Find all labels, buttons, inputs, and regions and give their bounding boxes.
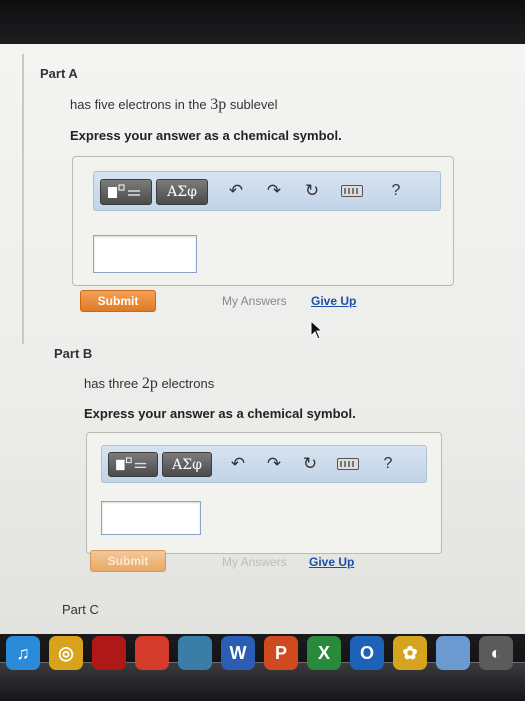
part-a-prompt-post: sublevel <box>226 97 278 112</box>
part-a-prompt: has five electrons in the 3p sublevel <box>70 96 278 114</box>
part-b-prompt-pre: has three <box>84 376 142 391</box>
part-b-answer-box: ΑΣφ ↶ ↷ ↻ ? <box>86 432 442 554</box>
help-icon[interactable]: ? <box>384 179 408 203</box>
part-a-submit-button[interactable]: Submit <box>80 290 156 312</box>
keyboard-icon[interactable] <box>334 452 362 476</box>
part-a-answer-input[interactable] <box>93 235 197 273</box>
screen-bezel-top <box>0 0 525 44</box>
part-b-submit-button[interactable]: Submit <box>90 550 166 572</box>
reset-icon[interactable]: ↻ <box>298 452 322 476</box>
greek-symbols-button[interactable]: ΑΣφ <box>156 179 208 205</box>
part-b-answer-input[interactable] <box>101 501 201 535</box>
part-b-prompt-post: electrons <box>157 376 215 391</box>
preview-icon[interactable] <box>178 636 212 670</box>
chrome-icon[interactable]: ◎ <box>49 636 83 670</box>
word-icon[interactable]: W <box>221 636 255 670</box>
outlook-icon[interactable]: O <box>350 636 384 670</box>
part-b-my-answers-link[interactable]: My Answers <box>222 555 287 569</box>
undo-icon[interactable]: ↶ <box>226 452 250 476</box>
excel-icon[interactable]: X <box>307 636 341 670</box>
part-a-my-answers-link[interactable]: My Answers <box>222 294 287 308</box>
template-icon[interactable] <box>108 452 158 477</box>
dock: ♫ ◎ W P X O ✿ ◐ <box>0 634 525 701</box>
powerpoint-icon[interactable]: P <box>264 636 298 670</box>
part-a-answer-box: ΑΣφ ↶ ↷ ↻ ? <box>72 156 454 286</box>
part-b-orbital: 2p <box>141 375 158 392</box>
help-icon[interactable]: ? <box>376 452 400 476</box>
redo-icon[interactable]: ↷ <box>262 452 286 476</box>
keyboard-icon[interactable] <box>338 179 366 203</box>
part-a-sublevel: 3p <box>210 96 227 113</box>
part-b-prompt: has three 2p electrons <box>84 375 214 393</box>
section-divider <box>22 54 24 344</box>
assignment-page: Part A has five electrons in the 3p subl… <box>0 44 525 634</box>
reset-icon[interactable]: ↻ <box>300 179 324 203</box>
part-b-instruction: Express your answer as a chemical symbol… <box>84 406 356 421</box>
itunes-icon[interactable]: ♫ <box>6 636 40 670</box>
part-b-give-up-link[interactable]: Give Up <box>309 555 354 569</box>
redo-icon[interactable]: ↷ <box>262 179 286 203</box>
mouse-cursor-icon <box>310 320 324 340</box>
part-a-toolbar: ΑΣφ ↶ ↷ ↻ ? <box>93 171 441 211</box>
part-a-title: Part A <box>40 66 78 81</box>
template-icon[interactable] <box>100 179 152 205</box>
part-b-toolbar: ΑΣφ ↶ ↷ ↻ ? <box>101 445 427 483</box>
messenger-icon[interactable]: ✿ <box>393 636 427 670</box>
greek-symbols-button[interactable]: ΑΣφ <box>162 452 212 477</box>
part-a-instruction: Express your answer as a chemical symbol… <box>70 128 342 143</box>
part-b-title: Part B <box>54 346 93 361</box>
part-a-give-up-link[interactable]: Give Up <box>311 294 356 308</box>
part-a-prompt-pre: has five electrons in the <box>70 97 211 112</box>
photo-booth-icon[interactable] <box>92 636 126 670</box>
calendar-icon[interactable] <box>135 636 169 670</box>
image-capture-icon[interactable] <box>436 636 470 670</box>
part-c-title: Part C <box>62 602 99 617</box>
undo-icon[interactable]: ↶ <box>224 179 248 203</box>
system-icon[interactable]: ◐ <box>479 636 513 670</box>
